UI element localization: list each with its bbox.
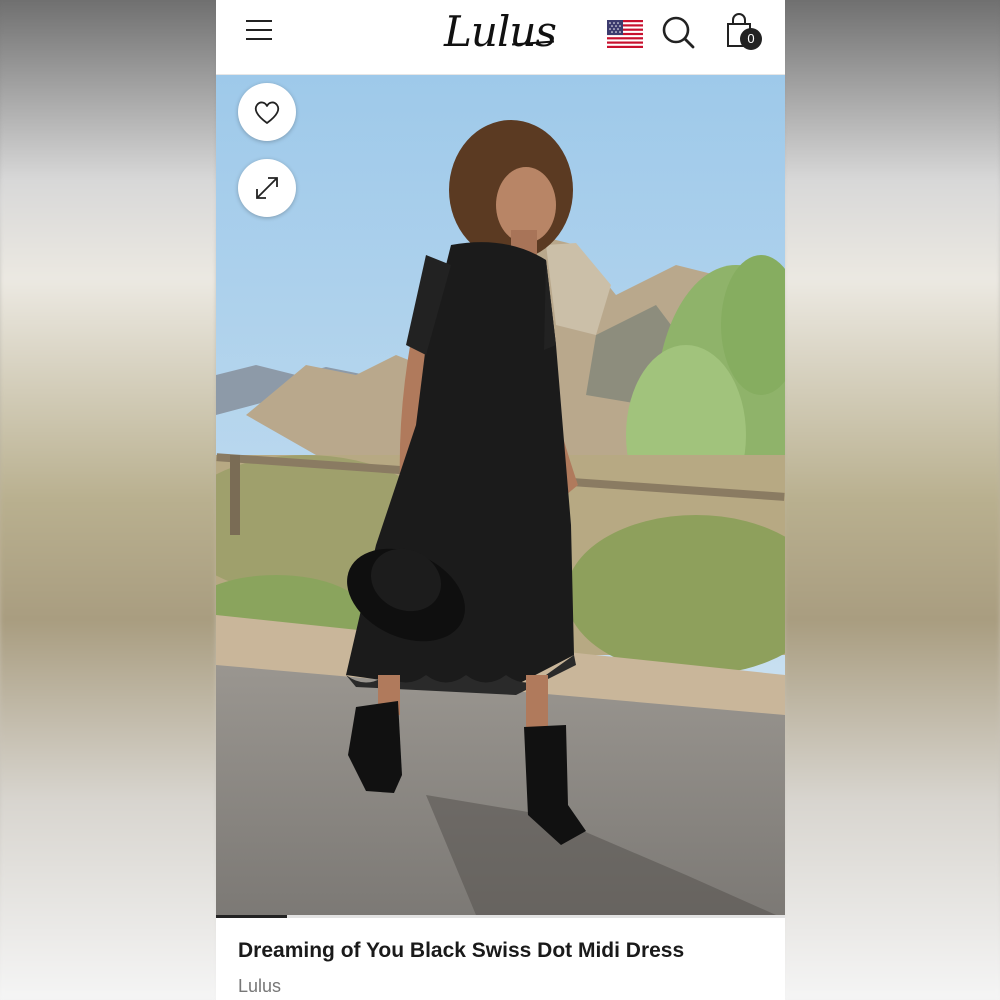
blurred-background-right — [784, 0, 1000, 1000]
us-flag-icon[interactable] — [607, 20, 643, 48]
gallery-progress-fill — [216, 915, 288, 918]
site-header: Lulus 0 — [216, 0, 785, 75]
cart-count-badge: 0 — [740, 28, 762, 50]
product-image[interactable] — [216, 75, 785, 915]
hamburger-menu-icon[interactable] — [244, 18, 274, 42]
expand-image-button[interactable] — [238, 159, 296, 217]
blurred-background-left — [0, 0, 216, 1000]
product-photo-illustration — [216, 75, 785, 915]
wishlist-button[interactable] — [238, 83, 296, 141]
heart-icon — [254, 101, 280, 124]
product-brand[interactable]: Lulus — [238, 974, 775, 998]
expand-icon — [256, 177, 278, 199]
gallery-progress-bar — [216, 915, 785, 918]
product-title: Dreaming of You Black Swiss Dot Midi Dre… — [238, 939, 685, 962]
mobile-screen: Lulus 0 Dreaming of You Black Swiss Dot … — [216, 0, 785, 1000]
search-icon[interactable] — [660, 14, 696, 50]
lulus-logo[interactable]: Lulus — [444, 6, 559, 58]
product-info: Dreaming of You Black Swiss Dot Midi Dre… — [238, 936, 775, 998]
